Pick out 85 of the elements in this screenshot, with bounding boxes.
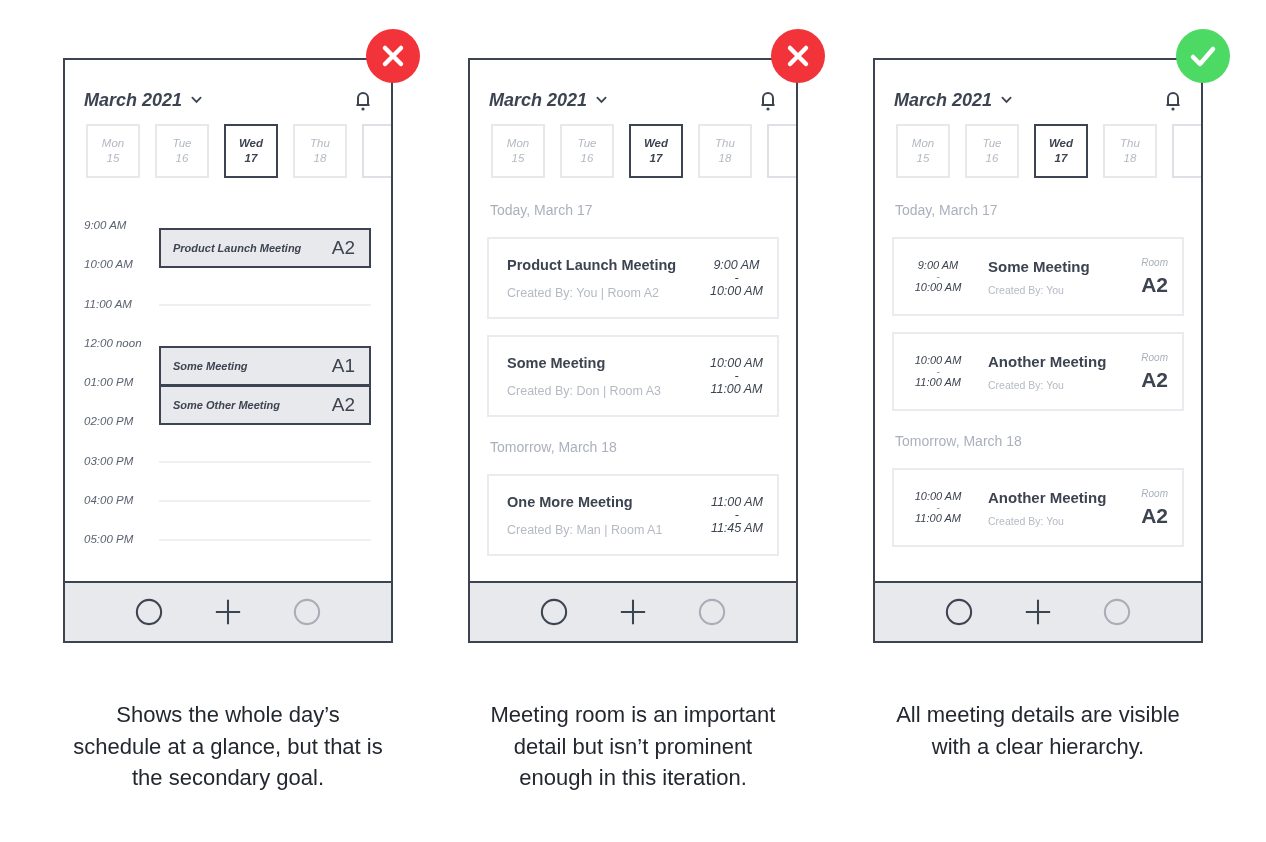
- time-label: 02:00 PM: [84, 415, 135, 430]
- time-separator: -: [936, 272, 940, 281]
- circle-icon[interactable]: [540, 598, 569, 626]
- time-label: 12:00 noon: [84, 336, 143, 351]
- meeting-card[interactable]: One More Meeting Created By: Man | Room A1 11:00 AM - 11:45 AM: [487, 474, 779, 556]
- chevron-down-icon: [191, 96, 203, 104]
- start-time: 10:00 AM: [914, 490, 962, 503]
- meeting-card[interactable]: 10:00 AM - 11:00 AM Another Meeting Created By: You Room A2: [892, 468, 1184, 547]
- time-label: 01:00 PM: [84, 376, 135, 391]
- time-separator: -: [734, 370, 739, 382]
- event-title: Some Other Meeting: [173, 399, 280, 412]
- event-block[interactable]: Some Other Meeting A2: [159, 385, 371, 426]
- day-tab[interactable]: Wed 17: [1034, 124, 1088, 178]
- circle-icon[interactable]: [135, 598, 164, 626]
- event-title: Some Meeting: [173, 359, 248, 372]
- room-label: A1: [331, 354, 355, 377]
- meeting-card[interactable]: 9:00 AM - 10:00 AM Some Meeting Created By: You Room A2: [892, 237, 1184, 316]
- time-label: 04:00 PM: [84, 494, 135, 509]
- time-label: 9:00 AM: [84, 219, 128, 233]
- caption-text: Shows the whole day’s schedule at a glance, but that is the secondary goal.: [73, 701, 383, 792]
- chevron-down-icon: [596, 96, 608, 104]
- bell-icon[interactable]: [1165, 89, 1181, 111]
- plus-icon[interactable]: [214, 598, 242, 626]
- time-separator: -: [734, 509, 739, 521]
- time-label: 03:00 PM: [84, 454, 135, 469]
- section-heading: Today, March 17: [895, 202, 999, 218]
- meeting-creator: Created By: You: [988, 283, 1065, 296]
- room-label: A2: [331, 394, 355, 417]
- month-dropdown[interactable]: March 2021: [489, 89, 608, 111]
- end-time: 11:00 AM: [710, 382, 763, 396]
- event-block[interactable]: Product Launch Meeting A2: [159, 228, 371, 268]
- meeting-title: Some Meeting: [507, 354, 607, 371]
- caption-text: Meeting room is an important detail but isn’t prominent enough in this iteration.: [489, 701, 777, 792]
- end-time: 10:00 AM: [914, 281, 962, 294]
- meeting-details: Created By: You | Room A2: [507, 285, 660, 300]
- meeting-card[interactable]: 10:00 AM - 11:00 AM Another Meeting Created By: You Room A2: [892, 332, 1184, 411]
- time-separator: -: [936, 503, 940, 512]
- caption-text: All meeting details are visible with a clear hierarchy.: [895, 701, 1181, 761]
- event-block[interactable]: Some Meeting A1: [159, 345, 371, 386]
- end-time: 10:00 AM: [709, 284, 763, 298]
- meeting-creator: Created By: You: [988, 378, 1065, 391]
- room-label: A2: [331, 237, 355, 259]
- day-tab[interactable]: Wed 17: [629, 124, 683, 178]
- time-separator: -: [936, 367, 940, 376]
- plus-icon[interactable]: [1024, 598, 1052, 626]
- meeting-details: Created By: Don | Room A3: [507, 383, 662, 398]
- bell-icon[interactable]: [355, 89, 371, 111]
- start-time: 11:00 AM: [710, 495, 763, 509]
- month-dropdown[interactable]: March 2021: [84, 89, 203, 111]
- event-title: Product Launch Meeting: [173, 242, 302, 254]
- meeting-details: Created By: Man | Room A1: [507, 522, 663, 537]
- day-tab[interactable]: Wed 17: [224, 124, 278, 178]
- room-number: A2: [1141, 367, 1168, 392]
- meeting-card[interactable]: Some Meeting Created By: Don | Room A3 10:00 AM - 11:00 AM: [487, 335, 779, 417]
- circle-icon[interactable]: [945, 598, 974, 626]
- room-number: A2: [1141, 272, 1168, 297]
- plus-icon[interactable]: [619, 598, 647, 626]
- room-caption: Room: [1141, 487, 1168, 499]
- time-label: 10:00 AM: [84, 258, 134, 273]
- section-heading: Tomorrow, March 18: [895, 433, 1023, 449]
- meeting-creator: Created By: You: [988, 514, 1065, 527]
- section-heading: Today, March 17: [490, 202, 594, 218]
- start-time: 9:00 AM: [917, 259, 959, 272]
- meeting-title: Some Meeting: [988, 257, 1091, 275]
- end-time: 11:00 AM: [915, 512, 961, 525]
- end-time: 11:45 AM: [710, 521, 763, 535]
- time-separator: -: [734, 272, 739, 284]
- month-dropdown[interactable]: March 2021: [894, 89, 1013, 111]
- time-label: 05:00 PM: [84, 533, 135, 548]
- room-number: A2: [1141, 503, 1168, 528]
- chevron-down-icon: [1001, 96, 1013, 104]
- meeting-title: Another Meeting: [988, 488, 1108, 506]
- meeting-title: Product Launch Meeting: [507, 256, 677, 273]
- meeting-title: One More Meeting: [507, 493, 634, 510]
- bell-icon[interactable]: [760, 89, 776, 111]
- room-caption: Room: [1141, 351, 1168, 363]
- room-caption: Room: [1141, 256, 1168, 268]
- time-label: 11:00 AM: [84, 297, 133, 312]
- start-time: 10:00 AM: [709, 356, 763, 370]
- meeting-card[interactable]: Product Launch Meeting Created By: You | Room A2 9:00 AM - 10:00 AM: [487, 237, 779, 319]
- meeting-title: Another Meeting: [988, 352, 1108, 370]
- start-time: 9:00 AM: [713, 258, 760, 272]
- end-time: 11:00 AM: [915, 376, 961, 389]
- start-time: 10:00 AM: [914, 354, 962, 367]
- section-heading: Tomorrow, March 18: [490, 439, 618, 455]
